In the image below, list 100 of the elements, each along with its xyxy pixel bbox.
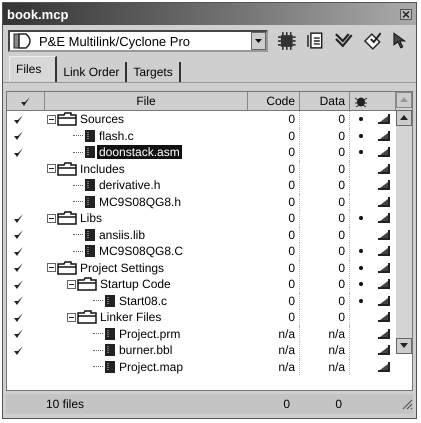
- file-icon: [84, 145, 96, 160]
- resize-grip-icon[interactable]: [401, 398, 413, 410]
- touch-icon[interactable]: [378, 196, 390, 207]
- file-name[interactable]: Linker Files: [98, 310, 164, 324]
- data-size: 0: [300, 276, 350, 292]
- column-header[interactable]: Code: [248, 92, 300, 110]
- code-size: n/a: [248, 326, 300, 342]
- file-name[interactable]: Includes: [78, 162, 127, 176]
- code-size: 0: [248, 144, 300, 160]
- touch-icon[interactable]: [378, 262, 390, 273]
- file-name[interactable]: Project Settings: [78, 260, 166, 275]
- debug-dot[interactable]: [359, 216, 363, 220]
- file-icon: [84, 194, 96, 209]
- column-header[interactable]: File: [45, 92, 248, 110]
- touch-icon[interactable]: [378, 180, 390, 190]
- close-icon[interactable]: [400, 8, 412, 20]
- check-icon[interactable]: [13, 328, 24, 340]
- check-icon[interactable]: [13, 312, 24, 323]
- document-icon[interactable]: [306, 31, 326, 51]
- debug-dot[interactable]: [359, 134, 363, 138]
- file-icon: [104, 343, 116, 358]
- file-name[interactable]: Project.prm: [117, 326, 182, 341]
- code-size: 0: [248, 292, 300, 309]
- file-name[interactable]: Startup Code: [98, 277, 173, 292]
- file-name[interactable]: Libs: [78, 211, 104, 226]
- touch-icon[interactable]: [378, 213, 390, 224]
- code-size: 0: [248, 309, 300, 326]
- folder-icon: [77, 310, 97, 324]
- file-name[interactable]: MC9S08QG8.h: [97, 194, 184, 209]
- file-count: 10 files: [45, 397, 86, 411]
- debug-dot[interactable]: [359, 117, 363, 122]
- data-size: 0: [300, 226, 350, 243]
- code-size: 0: [248, 210, 300, 226]
- data-size: 0: [300, 292, 350, 309]
- collapse-icon[interactable]: [47, 164, 56, 174]
- file-icon: [84, 228, 96, 242]
- tab[interactable]: Targets: [127, 62, 181, 82]
- touch-icon[interactable]: [378, 130, 390, 141]
- file-name[interactable]: derivative.h: [97, 178, 162, 192]
- debug-dot[interactable]: [359, 298, 363, 303]
- check-icon[interactable]: [13, 262, 24, 274]
- data-size: 0: [300, 177, 350, 194]
- tab[interactable]: Link Order: [57, 62, 128, 82]
- file-name[interactable]: Project.map: [117, 360, 186, 374]
- tag-check-icon[interactable]: [362, 31, 382, 51]
- check-icon[interactable]: [13, 229, 24, 240]
- data-size: 0: [300, 111, 350, 128]
- data-size: 0: [300, 128, 350, 144]
- check-icon[interactable]: [13, 114, 24, 125]
- chip-icon[interactable]: [276, 31, 297, 51]
- touch-icon[interactable]: [378, 279, 390, 290]
- folder-icon: [57, 162, 77, 176]
- file-icon: [104, 294, 116, 308]
- check-icon[interactable]: [13, 344, 24, 356]
- collapse-icon[interactable]: [67, 312, 76, 322]
- data-total: 0: [334, 397, 343, 411]
- touch-icon[interactable]: [378, 114, 390, 124]
- window-title: book.mcp: [7, 6, 68, 22]
- check-icon[interactable]: [13, 212, 24, 224]
- touch-icon[interactable]: [378, 164, 390, 174]
- debug-dot[interactable]: [359, 150, 363, 154]
- debug-dot[interactable]: [359, 266, 363, 270]
- touch-icon[interactable]: [378, 362, 390, 372]
- data-size: 0: [300, 210, 350, 226]
- check-icon[interactable]: [13, 130, 24, 142]
- code-size: 0: [248, 226, 300, 243]
- touch-icon[interactable]: [378, 230, 390, 240]
- collapse-icon[interactable]: [67, 280, 76, 289]
- file-name[interactable]: MC9S08QG8.C: [97, 244, 186, 258]
- file-name[interactable]: Start08.c: [117, 294, 170, 308]
- file-name[interactable]: ansiis.lib: [97, 228, 148, 242]
- file-icon: [84, 128, 96, 143]
- check-icon[interactable]: [13, 246, 24, 257]
- check-icon[interactable]: [13, 295, 24, 306]
- collapse-icon[interactable]: [47, 214, 56, 223]
- check-icon[interactable]: [13, 146, 24, 158]
- collapse-icon[interactable]: [47, 114, 56, 124]
- touch-icon[interactable]: [378, 147, 390, 158]
- collapse-icon[interactable]: [47, 263, 56, 272]
- folder-icon: [57, 260, 77, 275]
- touch-icon[interactable]: [378, 328, 390, 339]
- tab[interactable]: Files: [9, 56, 58, 82]
- scrollbar[interactable]: [396, 92, 412, 354]
- touch-icon[interactable]: [378, 246, 390, 256]
- column-header[interactable]: Data: [300, 92, 350, 110]
- file-name[interactable]: doonstack.asm: [97, 145, 182, 160]
- data-size: n/a: [300, 326, 350, 342]
- debug-dot[interactable]: [359, 249, 363, 254]
- touch-icon[interactable]: [378, 296, 390, 306]
- touch-icon[interactable]: [378, 345, 390, 356]
- debug-dot[interactable]: [359, 282, 363, 286]
- data-size: n/a: [300, 342, 350, 358]
- file-name[interactable]: Sources: [78, 112, 126, 126]
- file-name[interactable]: burner.bbl: [117, 343, 174, 358]
- code-size: 0: [248, 111, 300, 128]
- touch-icon[interactable]: [378, 312, 390, 322]
- file-name[interactable]: flash.c: [97, 128, 136, 143]
- check-icon[interactable]: [13, 278, 24, 290]
- file-icon: [104, 326, 116, 341]
- target-dropdown[interactable]: P&E Multilink/Cyclone Pro: [8, 30, 268, 52]
